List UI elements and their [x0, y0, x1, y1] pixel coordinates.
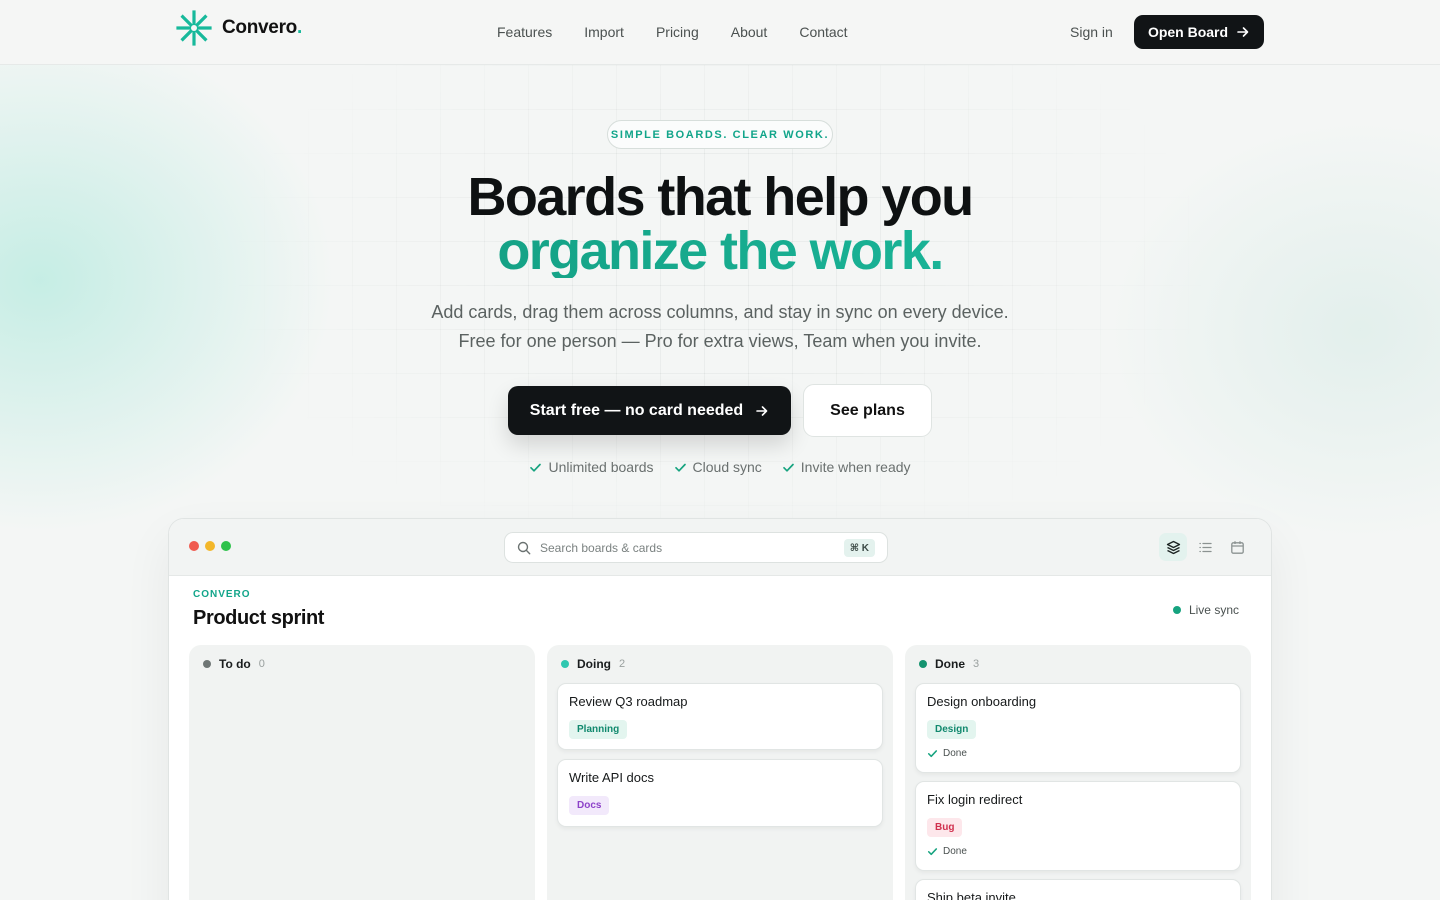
card-done-status: Done [927, 846, 967, 857]
hero-subtitle: Add cards, drag them across columns, and… [0, 298, 1440, 356]
card-title: Design onboarding [927, 694, 1037, 709]
open-board-button[interactable]: Open Board [1134, 15, 1264, 49]
brand-logo[interactable]: Convero. [176, 10, 302, 46]
task-card[interactable]: Review Q3 roadmap Planning [557, 683, 883, 750]
list-view-button[interactable] [1191, 533, 1219, 561]
column-todo: To do 0 [189, 645, 535, 900]
start-free-label: Start free — no card needed [529, 401, 744, 419]
hero-eyebrow-badge: SIMPLE BOARDS. CLEAR WORK. [607, 120, 833, 149]
calendar-icon [1230, 540, 1244, 554]
column-header: To do 0 [203, 657, 265, 671]
search-placeholder: Search boards & cards [540, 540, 663, 555]
card-tag: Design [927, 720, 977, 739]
card-title: Fix login redirect [927, 792, 1023, 807]
app-preview-window: Search boards & cards ⌘ K CONVERO Produc… [168, 518, 1272, 900]
task-card[interactable]: Design onboarding Design Done [915, 683, 1241, 773]
card-status-label: Done [943, 748, 967, 759]
check-label: Unlimited boards [548, 459, 654, 475]
window-maximize-dot[interactable] [221, 541, 231, 551]
check-icon [927, 848, 938, 856]
task-card[interactable]: Write API docs Docs [557, 759, 883, 827]
column-count: 2 [619, 658, 626, 670]
column-done: Done 3 Design onboarding Design Done Fix… [905, 645, 1251, 900]
check-label: Cloud sync [692, 459, 762, 475]
board-view-button[interactable] [1159, 533, 1187, 561]
window-minimize-dot[interactable] [205, 541, 215, 551]
window-close-dot[interactable] [189, 541, 199, 551]
nav-link-features[interactable]: Features [497, 24, 552, 40]
column-name: Done [935, 657, 965, 671]
asterisk-logo-icon [176, 10, 212, 46]
card-tag: Planning [569, 720, 628, 739]
column-header: Doing 2 [561, 657, 625, 671]
column-status-dot [919, 660, 927, 668]
hero-title: Boards that help you organize the work. [0, 170, 1440, 278]
check-label: Invite when ready [800, 459, 911, 475]
check-icon [782, 463, 794, 472]
check-icon [927, 750, 938, 758]
workspace-label: CONVERO [193, 589, 251, 600]
task-card[interactable]: Fix login redirect Bug Done [915, 781, 1241, 871]
column-name: To do [219, 657, 251, 671]
hero-title-line1: Boards that help you [467, 167, 974, 227]
card-status-label: Done [943, 846, 967, 857]
column-status-dot [203, 660, 211, 668]
check-icon [674, 463, 686, 472]
card-title: Review Q3 roadmap [569, 694, 688, 709]
live-sync-status: Live sync [1172, 603, 1239, 617]
check-item: Unlimited boards [529, 459, 654, 475]
hero-subtitle-line2: Free for one person — Pro for extra view… [458, 331, 982, 351]
primary-nav: Features Import Pricing About Contact [497, 24, 848, 40]
column-count: 3 [973, 658, 980, 670]
search-shortcut-badge: ⌘ K [843, 539, 875, 557]
open-board-label: Open Board [1147, 24, 1229, 40]
start-free-button[interactable]: Start free — no card needed [508, 386, 791, 435]
column-doing: Doing 2 Review Q3 roadmap Planning Write… [547, 645, 893, 900]
card-done-status: Done [927, 748, 967, 759]
search-icon [517, 541, 531, 554]
card-title: Write API docs [569, 770, 655, 785]
check-item: Invite when ready [782, 459, 911, 475]
hero-title-accent: organize the work. [0, 224, 1440, 278]
live-sync-label: Live sync [1188, 603, 1239, 617]
layers-icon [1166, 540, 1180, 554]
column-header: Done 3 [919, 657, 979, 671]
brand-name: Convero. [222, 17, 302, 38]
calendar-view-button[interactable] [1223, 533, 1251, 561]
window-titlebar: Search boards & cards ⌘ K [169, 519, 1271, 576]
card-title: Ship beta invite [927, 890, 1016, 900]
task-card[interactable]: Ship beta invite [915, 879, 1241, 900]
check-icon [530, 463, 542, 472]
nav-link-import[interactable]: Import [584, 24, 624, 40]
card-tag: Docs [569, 796, 610, 815]
arrow-right-icon [756, 405, 768, 416]
board-title: Product sprint [193, 607, 325, 629]
top-navbar: Convero. Features Import Pricing About C… [0, 0, 1440, 65]
column-name: Doing [577, 657, 611, 671]
feature-checklist: Unlimited boards Cloud sync Invite when … [0, 459, 1440, 475]
sign-in-link[interactable]: Sign in [1070, 24, 1113, 40]
list-icon [1198, 542, 1212, 552]
hero-subtitle-line1: Add cards, drag them across columns, and… [431, 302, 1009, 322]
check-item: Cloud sync [674, 459, 762, 475]
see-plans-button[interactable]: See plans [803, 384, 932, 437]
column-status-dot [561, 660, 569, 668]
nav-link-pricing[interactable]: Pricing [656, 24, 699, 40]
live-status-dot [1172, 606, 1181, 614]
card-tag: Bug [927, 818, 963, 837]
search-bar[interactable]: Search boards & cards ⌘ K [504, 532, 888, 563]
nav-link-about[interactable]: About [731, 24, 768, 40]
arrow-right-icon [1237, 27, 1249, 37]
column-count: 0 [258, 658, 265, 670]
nav-link-contact[interactable]: Contact [799, 24, 847, 40]
